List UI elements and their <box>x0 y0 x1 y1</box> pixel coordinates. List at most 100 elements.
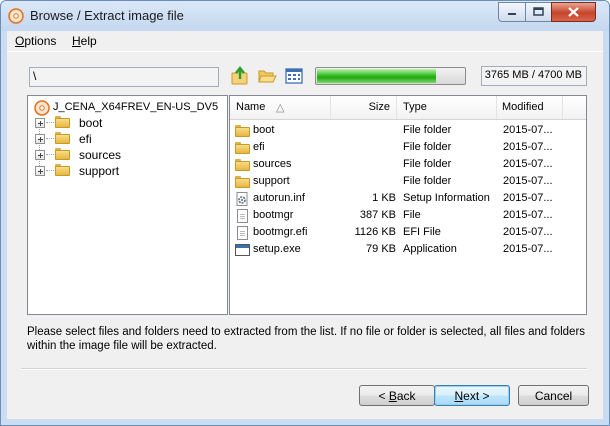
file-modified: 2015-07... <box>503 243 553 255</box>
disk-usage-bar <box>315 67 466 85</box>
tree-node-label: efi <box>79 132 92 146</box>
back-mnemonic: B <box>388 389 397 403</box>
column-size-label: Size <box>368 101 390 113</box>
tree-node-efi[interactable]: efi <box>35 131 215 147</box>
menu-help-mnemonic: H <box>72 34 81 48</box>
expand-icon[interactable] <box>35 150 45 160</box>
size-readout: 3765 MB / 4700 MB <box>481 66 587 86</box>
tree-node-sources[interactable]: sources <box>35 147 215 163</box>
file-modified: 2015-07... <box>503 141 553 153</box>
folder-icon <box>235 124 250 138</box>
file-type: Setup Information <box>403 192 490 204</box>
title-bar[interactable]: Browse / Extract image file <box>1 1 609 31</box>
open-folder-icon[interactable] <box>257 66 277 86</box>
file-row[interactable]: setup.exe 79 KB Application 2015-07... <box>230 241 586 258</box>
back-button[interactable]: < Back <box>359 385 435 406</box>
file-type: File folder <box>403 175 452 187</box>
folder-icon <box>55 116 70 128</box>
window-title: Browse / Extract image file <box>30 8 184 23</box>
file-row[interactable]: support File folder 2015-07... <box>230 173 586 190</box>
column-modified-label: Modified <box>502 101 544 113</box>
tree-node-label: boot <box>79 116 103 130</box>
file-size: 387 KB <box>359 209 396 221</box>
file-row[interactable]: efi File folder 2015-07... <box>230 139 586 156</box>
menu-bar: Options Help <box>7 31 603 51</box>
path-value: \ <box>33 69 37 83</box>
folder-icon <box>55 132 70 144</box>
file-modified: 2015-07... <box>503 175 553 187</box>
file-row[interactable]: bootmgr 387 KB File 2015-07... <box>230 207 586 224</box>
file-size: 1126 KB <box>354 226 396 238</box>
expand-icon[interactable] <box>35 166 45 176</box>
menu-help[interactable]: Help <box>72 34 97 48</box>
file-name: sources <box>253 158 292 170</box>
file-row[interactable]: boot File folder 2015-07... <box>230 122 586 139</box>
column-type-label: Type <box>403 101 427 113</box>
file-row[interactable]: sources File folder 2015-07... <box>230 156 586 173</box>
expand-icon[interactable] <box>35 134 45 144</box>
file-name: bootmgr.efi <box>253 226 308 238</box>
file-type: File folder <box>403 124 452 136</box>
file-name: bootmgr <box>253 209 294 221</box>
next-button-label: Next > <box>454 389 489 403</box>
file-name: autorun.inf <box>253 192 305 204</box>
file-name: efi <box>253 141 265 153</box>
folder-icon <box>235 175 250 189</box>
column-header-name[interactable]: Name △ <box>230 96 331 119</box>
back-button-label: < Back <box>378 389 415 403</box>
tree-node-support[interactable]: support <box>35 163 215 179</box>
file-size: 79 KB <box>366 243 396 255</box>
menu-options-label: ptions <box>24 34 57 48</box>
next-button[interactable]: Next > <box>434 385 510 406</box>
menu-options[interactable]: Options <box>15 34 56 48</box>
back-rest: ack <box>396 389 416 403</box>
file-size: 1 KB <box>372 192 396 204</box>
file-name: boot <box>253 124 275 136</box>
file-list[interactable]: Name △ Size Type Modified boot File fold… <box>229 95 587 315</box>
menu-separator <box>7 51 603 52</box>
file-type: File folder <box>403 158 452 170</box>
folder-tree[interactable]: J_CENA_X64FREV_EN-US_DV5 boot efi source… <box>27 95 228 315</box>
file-type: EFI File <box>403 226 441 238</box>
column-header-size[interactable]: Size <box>331 96 397 119</box>
maximize-icon <box>533 7 544 16</box>
file-modified: 2015-07... <box>503 124 553 136</box>
minimize-button[interactable] <box>498 2 525 22</box>
file-row[interactable]: autorun.inf 1 KB Setup Information 2015-… <box>230 190 586 207</box>
file-modified: 2015-07... <box>503 158 553 170</box>
close-button[interactable] <box>551 2 596 22</box>
instructions-text: Please select files and folders need to … <box>27 325 587 353</box>
file-type: File <box>403 209 421 221</box>
menu-help-label: elp <box>80 34 97 48</box>
file-type: File folder <box>403 141 452 153</box>
maximize-button[interactable] <box>525 2 551 22</box>
list-header: Name △ Size Type Modified <box>230 96 586 120</box>
dialog-body: \ 3765 MB / 4700 MB J_CENA_X64FREV_EN-US… <box>7 51 603 419</box>
column-name-label: Name <box>236 101 266 113</box>
sort-up-icon: △ <box>276 102 285 114</box>
main-window: Browse / Extract image file Options Help… <box>0 0 610 426</box>
tree-connector <box>46 170 54 171</box>
tree-node-boot[interactable]: boot <box>35 115 215 131</box>
view-mode-icon[interactable] <box>284 66 304 86</box>
up-folder-icon[interactable] <box>230 66 250 86</box>
path-field[interactable]: \ <box>29 67 219 87</box>
tree-connector <box>46 154 54 155</box>
size-text: 3765 MB / 4700 MB <box>484 69 582 81</box>
back-prefix: < <box>378 389 389 403</box>
expand-icon[interactable] <box>35 118 45 128</box>
file-icon <box>235 209 250 223</box>
file-row[interactable]: bootmgr.efi 1126 KB EFI File 2015-07... <box>230 224 586 241</box>
tree-node-label: sources <box>79 148 122 162</box>
column-header-modified[interactable]: Modified <box>497 96 563 119</box>
tree-connector <box>46 138 54 139</box>
cancel-button[interactable]: Cancel <box>518 385 589 406</box>
disc-icon <box>34 100 50 116</box>
close-icon <box>568 7 579 17</box>
disk-usage-fill <box>317 69 437 83</box>
application-icon <box>235 243 250 257</box>
tree-root-label: J_CENA_X64FREV_EN-US_DV5 <box>53 101 219 113</box>
instructions-line-2: within the image file will be extracted. <box>27 340 217 352</box>
next-mnemonic: N <box>454 389 464 403</box>
column-header-type[interactable]: Type <box>397 96 497 119</box>
